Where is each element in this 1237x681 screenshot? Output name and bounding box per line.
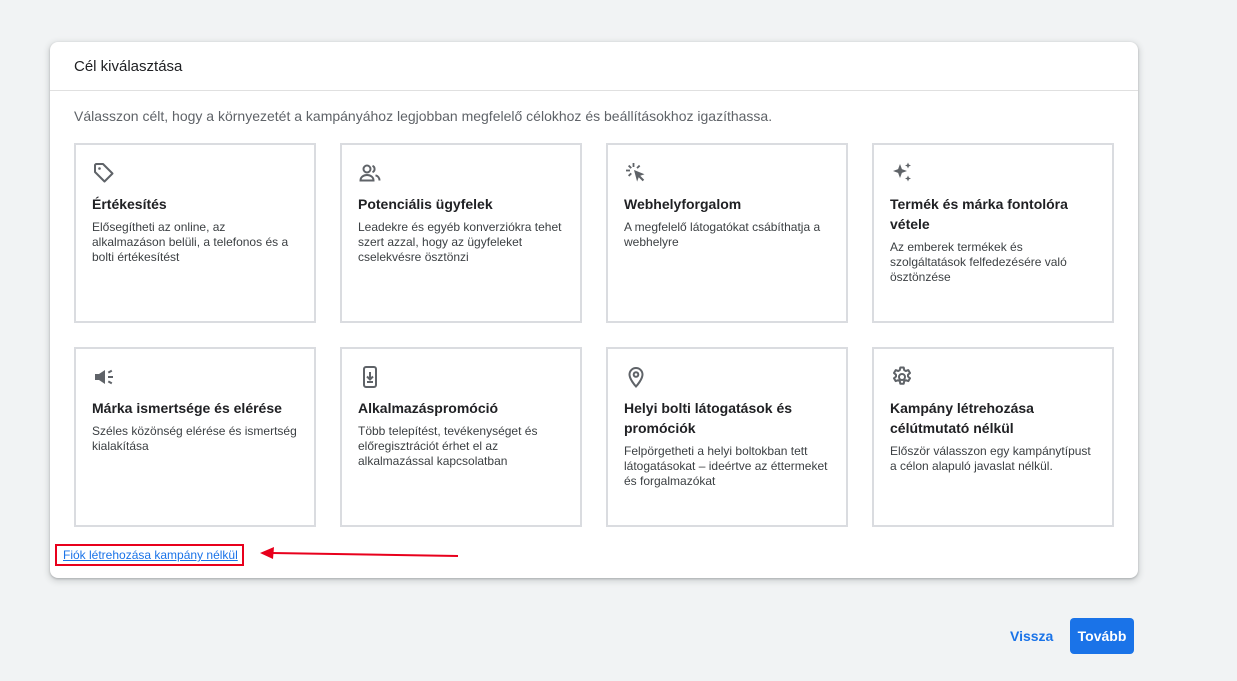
goal-card-sales[interactable]: Értékesítés Elősegítheti az online, az a… [74,143,316,323]
goal-card-description: Több telepítést, tevékenységet és előreg… [358,424,538,468]
dialog-header: Cél kiválasztása [50,42,1138,91]
goal-card-description: Először válasszon egy kampánytípust a cé… [890,444,1091,473]
goal-selection-dialog: Cél kiválasztása Válasszon célt, hogy a … [50,42,1138,578]
sparkle-icon [890,161,914,185]
goal-card-no-goal[interactable]: Kampány létrehozása célútmutató nélkül E… [872,347,1114,527]
goal-card-title: Alkalmazáspromóció [358,400,499,416]
goal-card-local-store-visits[interactable]: Helyi bolti látogatások és promóciók Fel… [606,347,848,527]
goal-card-title: Kampány létrehozása célútmutató nélkül [890,400,1034,436]
goal-card-leads[interactable]: Potenciális ügyfelek Leadekre és egyéb k… [340,143,582,323]
next-button[interactable]: Tovább [1070,618,1134,654]
goal-card-description: Az emberek termékek és szolgáltatások fe… [890,240,1067,284]
goal-card-title: Webhelyforgalom [624,196,742,212]
dialog-intro: Válasszon célt, hogy a környezetét a kam… [74,108,773,124]
goal-card-description: Felpörgetheti a helyi boltokban tett lát… [624,444,828,488]
goal-card-title: Potenciális ügyfelek [358,196,493,212]
back-button[interactable]: Vissza [1000,618,1063,654]
goal-card-website-traffic[interactable]: Webhelyforgalom A megfelelő látogatókat … [606,143,848,323]
highlight-box: Fiók létrehozása kampány nélkül [55,544,244,566]
goal-card-title: Helyi bolti látogatások és promóciók [624,400,793,436]
goal-card-app-promotion[interactable]: Alkalmazáspromóció Több telepítést, tevé… [340,347,582,527]
goal-card-description: A megfelelő látogatókat csábíthatja a we… [624,220,821,249]
gear-icon [890,365,914,389]
goal-card-title: Értékesítés [92,196,167,212]
megaphone-icon [92,365,116,389]
location-pin-icon [624,365,648,389]
phone-download-icon [358,365,382,389]
goal-card-description: Elősegítheti az online, az alkalmazáson … [92,220,289,264]
goal-card-description: Széles közönség elérése és ismertség kia… [92,424,297,453]
goal-card-brand-awareness[interactable]: Márka ismertsége és elérése Széles közön… [74,347,316,527]
cursor-click-icon [624,161,648,185]
create-account-without-campaign-link[interactable]: Fiók létrehozása kampány nélkül [63,548,238,562]
goal-grid: Értékesítés Elősegítheti az online, az a… [74,143,1114,527]
goal-card-description: Leadekre és egyéb konverziókra tehet sze… [358,220,562,264]
dialog-title: Cél kiválasztása [74,57,183,75]
goal-card-product-brand-consideration[interactable]: Termék és márka fontolóra vétele Az embe… [872,143,1114,323]
goal-card-title: Termék és márka fontolóra vétele [890,196,1068,232]
annotation-arrow [260,547,459,559]
tag-icon [92,161,116,185]
people-icon [358,161,382,185]
goal-card-title: Márka ismertsége és elérése [92,400,282,416]
